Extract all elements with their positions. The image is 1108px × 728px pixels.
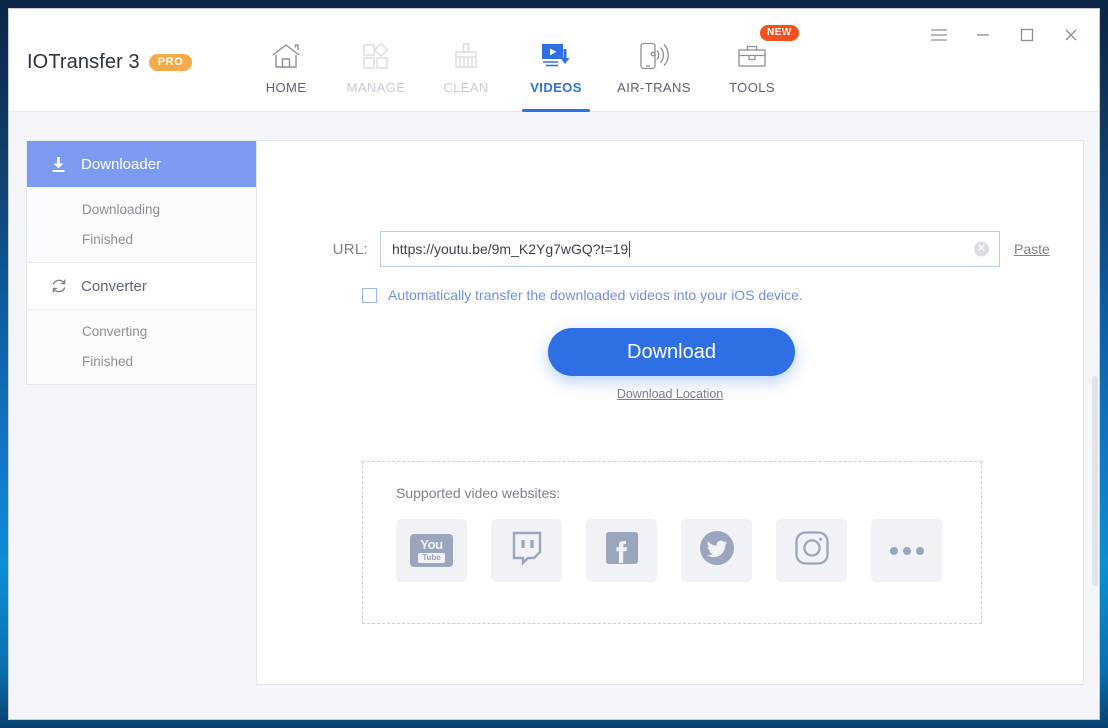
site-tile-facebook[interactable] [586, 519, 657, 582]
url-label: URL: [332, 240, 368, 258]
nav-item-manage[interactable]: MANAGE [331, 9, 421, 112]
videos-icon [539, 39, 573, 73]
manage-icon [361, 39, 391, 73]
sidebar-subitems-downloader: Downloading Finished [27, 187, 256, 263]
pro-badge: PRO [148, 54, 193, 71]
application-window: IOTransfer 3 PRO HOME MANAGE CLEAN VIDEO… [8, 8, 1100, 720]
sidebar-label-downloader: Downloader [81, 155, 162, 173]
url-row: URL: https://youtu.be/9m_K2Yg7wGQ?t=19 ✕… [313, 231, 1050, 267]
nav-item-home[interactable]: HOME [241, 9, 331, 112]
site-tile-twitter[interactable] [681, 519, 752, 582]
nav-item-tools[interactable]: NEW TOOLS [707, 9, 799, 112]
paste-button[interactable]: Paste [1014, 241, 1050, 257]
sidebar-label-downloader-finished: Finished [82, 231, 134, 247]
supported-sites-title: Supported video websites: [396, 485, 561, 501]
main-navigation: HOME MANAGE CLEAN VIDEOS AIR-TRANS NEW T… [241, 9, 799, 112]
youtube-icon: You Tube [410, 534, 453, 567]
nav-label-tools: TOOLS [729, 80, 775, 95]
sidebar-item-downloader-finished[interactable]: Finished [27, 224, 256, 254]
sidebar-label-converter-finished: Finished [82, 353, 134, 369]
nav-item-videos[interactable]: VIDEOS [511, 9, 601, 112]
site-tile-twitch[interactable] [491, 519, 562, 582]
new-badge: NEW [760, 25, 799, 41]
hamburger-icon[interactable] [917, 19, 961, 51]
download-button[interactable]: Download [548, 328, 795, 376]
twitch-icon [510, 530, 544, 571]
body-area: Downloader Downloading Finished Converte… [9, 112, 1099, 719]
supported-sites-list: You Tube [396, 519, 942, 582]
sidebar-item-converter[interactable]: Converter [27, 263, 256, 309]
site-tile-more[interactable] [871, 519, 942, 582]
sidebar: Downloader Downloading Finished Converte… [26, 140, 257, 385]
download-location-label: Download Location [616, 387, 724, 401]
app-branding: IOTransfer 3 PRO [27, 51, 193, 74]
youtube-you-text: You [420, 537, 443, 552]
nav-label-manage: MANAGE [346, 80, 406, 95]
nav-label-home: HOME [265, 80, 307, 95]
nav-label-clean: CLEAN [443, 80, 489, 95]
supported-sites-box: Supported video websites: You Tube [362, 461, 982, 624]
nav-label-videos: VIDEOS [530, 80, 582, 95]
url-input-value: https://youtu.be/9m_K2Yg7wGQ?t=19 [392, 241, 629, 257]
nav-label-air-trans: AIR-TRANS [617, 80, 691, 95]
refresh-circle-icon [49, 277, 68, 296]
title-bar: IOTransfer 3 PRO HOME MANAGE CLEAN VIDEO… [9, 9, 1099, 112]
sidebar-subitems-converter: Converting Finished [27, 309, 256, 384]
window-controls [917, 19, 1093, 51]
download-arrow-icon [49, 155, 68, 174]
clean-icon [451, 39, 481, 73]
close-icon[interactable] [1049, 19, 1093, 51]
url-input[interactable]: https://youtu.be/9m_K2Yg7wGQ?t=19 ✕ [380, 231, 1000, 267]
download-button-label: Download [627, 340, 716, 363]
vertical-scrollbar-thumb[interactable] [1092, 376, 1098, 586]
sidebar-item-converting[interactable]: Converting [27, 316, 256, 346]
air-trans-icon [636, 39, 672, 73]
twitter-icon [698, 529, 736, 572]
site-tile-youtube[interactable]: You Tube [396, 519, 467, 582]
more-dots-icon [889, 546, 924, 555]
auto-transfer-label: Automatically transfer the downloaded vi… [388, 287, 803, 303]
app-title: IOTransfer 3 [27, 51, 140, 73]
sidebar-label-converting: Converting [82, 323, 148, 339]
auto-transfer-row: Automatically transfer the downloaded vi… [362, 287, 803, 303]
site-tile-instagram[interactable] [776, 519, 847, 582]
maximize-icon[interactable] [1005, 19, 1049, 51]
minimize-icon[interactable] [961, 19, 1005, 51]
nav-item-clean[interactable]: CLEAN [421, 9, 511, 112]
home-icon [271, 39, 301, 73]
nav-item-air-trans[interactable]: AIR-TRANS [601, 9, 707, 112]
text-caret [629, 241, 631, 257]
sidebar-item-downloading[interactable]: Downloading [27, 194, 256, 224]
instagram-icon [793, 529, 831, 572]
sidebar-label-converter: Converter [81, 277, 147, 295]
auto-transfer-checkbox[interactable] [362, 287, 377, 303]
youtube-tube-text: Tube [418, 553, 445, 563]
tools-icon [736, 39, 768, 73]
facebook-icon [604, 530, 640, 571]
vertical-scrollbar-track[interactable] [1090, 216, 1099, 719]
desktop-background: IOTransfer 3 PRO HOME MANAGE CLEAN VIDEO… [0, 0, 1108, 728]
clear-circle-icon[interactable]: ✕ [974, 241, 989, 257]
sidebar-item-downloader[interactable]: Downloader [27, 141, 256, 187]
sidebar-item-converter-finished[interactable]: Finished [27, 346, 256, 376]
content-panel: URL: https://youtu.be/9m_K2Yg7wGQ?t=19 ✕… [256, 140, 1084, 685]
download-location-link[interactable]: Download Location [257, 387, 1083, 401]
sidebar-label-downloading: Downloading [82, 201, 161, 217]
